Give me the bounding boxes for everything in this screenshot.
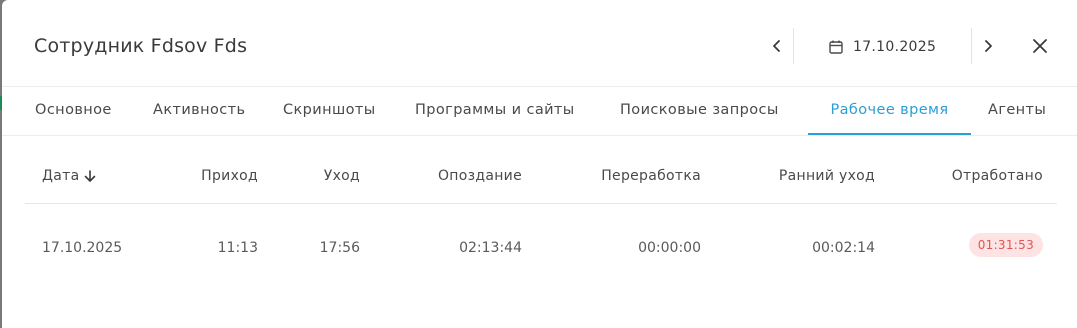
- tab-main[interactable]: Основное: [35, 87, 112, 133]
- employee-modal: Сотрудник Fdsov Fds 17.10.2025 Основное …: [2, 0, 1077, 328]
- column-overtime: Переработка: [601, 168, 701, 184]
- tab-agents[interactable]: Агенты: [988, 87, 1046, 133]
- table-row: 17.10.2025 11:13 17:56 02:13:44 00:00:00…: [25, 204, 1057, 294]
- divider: [793, 28, 794, 64]
- tab-work-time[interactable]: Рабочее время: [808, 87, 971, 135]
- tab-activity[interactable]: Активность: [153, 87, 245, 133]
- tab-programs-sites[interactable]: Программы и сайты: [415, 87, 575, 133]
- prev-day-button[interactable]: [760, 30, 794, 62]
- column-departure: Уход: [323, 168, 360, 184]
- cell-early-leave: 00:02:14: [812, 240, 875, 256]
- work-time-table: Дата Приход Уход Опоздание Переработка Р…: [25, 155, 1057, 294]
- column-worked: Отработано: [951, 168, 1043, 184]
- close-icon: [1033, 39, 1047, 53]
- chevron-left-icon: [773, 40, 780, 52]
- chevron-right-icon: [985, 40, 992, 52]
- cell-departure: 17:56: [319, 240, 360, 256]
- tab-search-queries[interactable]: Поисковые запросы: [620, 87, 779, 133]
- date-value: 17.10.2025: [853, 39, 937, 55]
- column-date-label: Дата: [42, 168, 80, 184]
- cell-date: 17.10.2025: [42, 240, 123, 256]
- column-date[interactable]: Дата: [42, 168, 97, 184]
- calendar-icon: [829, 40, 843, 54]
- date-picker[interactable]: 17.10.2025: [828, 36, 936, 58]
- modal-title: Сотрудник Fdsov Fds: [34, 35, 248, 57]
- cell-arrival: 11:13: [217, 240, 258, 256]
- table-header: Дата Приход Уход Опоздание Переработка Р…: [25, 155, 1057, 204]
- modal-header: Сотрудник Fdsov Fds 17.10.2025: [2, 0, 1077, 87]
- cell-overtime: 00:00:00: [638, 240, 701, 256]
- worked-time-badge: 01:31:53: [968, 233, 1043, 257]
- sort-date-button[interactable]: Дата: [42, 168, 97, 184]
- column-arrival: Приход: [201, 168, 258, 184]
- close-button[interactable]: [1026, 32, 1054, 60]
- tab-bar: Основное Активность Скриншоты Программы …: [2, 87, 1077, 136]
- cell-worked: 01:31:53: [968, 233, 1043, 257]
- column-early-leave: Ранний уход: [778, 168, 875, 184]
- next-day-button[interactable]: [971, 30, 1005, 62]
- column-lateness: Опоздание: [437, 168, 522, 184]
- cell-lateness: 02:13:44: [459, 240, 522, 256]
- tab-screenshots[interactable]: Скриншоты: [283, 87, 376, 133]
- arrow-down-icon: [85, 170, 96, 182]
